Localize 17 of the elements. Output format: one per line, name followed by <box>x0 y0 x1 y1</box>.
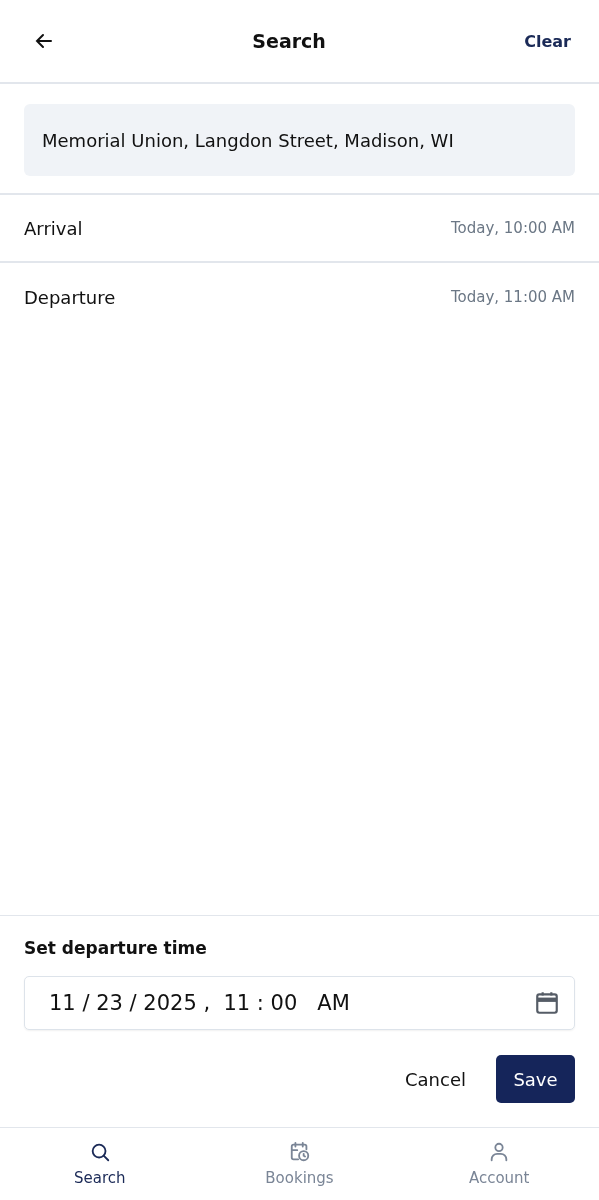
back-arrow-icon <box>34 31 54 51</box>
nav-tab[interactable]: Search <box>0 1128 200 1200</box>
save-button[interactable]: Save <box>496 1055 575 1103</box>
nav-tab[interactable]: Account <box>399 1128 599 1200</box>
time-value[interactable]: Today, 11:00 AM <box>450 288 575 306</box>
clear-button[interactable]: Clear <box>520 27 575 55</box>
page-title: Search <box>252 30 326 52</box>
nav-tab[interactable]: Bookings <box>199 1128 400 1200</box>
cancel-button[interactable]: Cancel <box>397 1055 474 1103</box>
calendar-icon[interactable] <box>534 990 560 1016</box>
time-label: Arrival <box>24 217 83 239</box>
location-field[interactable]: Memorial Union, Langdon Street, Madison, WI <box>24 104 575 176</box>
time-value[interactable]: Today, 10:00 AM <box>450 219 575 237</box>
calendar-clock-icon <box>288 1141 311 1163</box>
sheet-title: Set departure time <box>24 938 208 958</box>
datetime-field[interactable]: 11 / 23 / 2025 , 11 : 00 AM <box>24 976 575 1030</box>
time-label: Departure <box>24 286 116 308</box>
